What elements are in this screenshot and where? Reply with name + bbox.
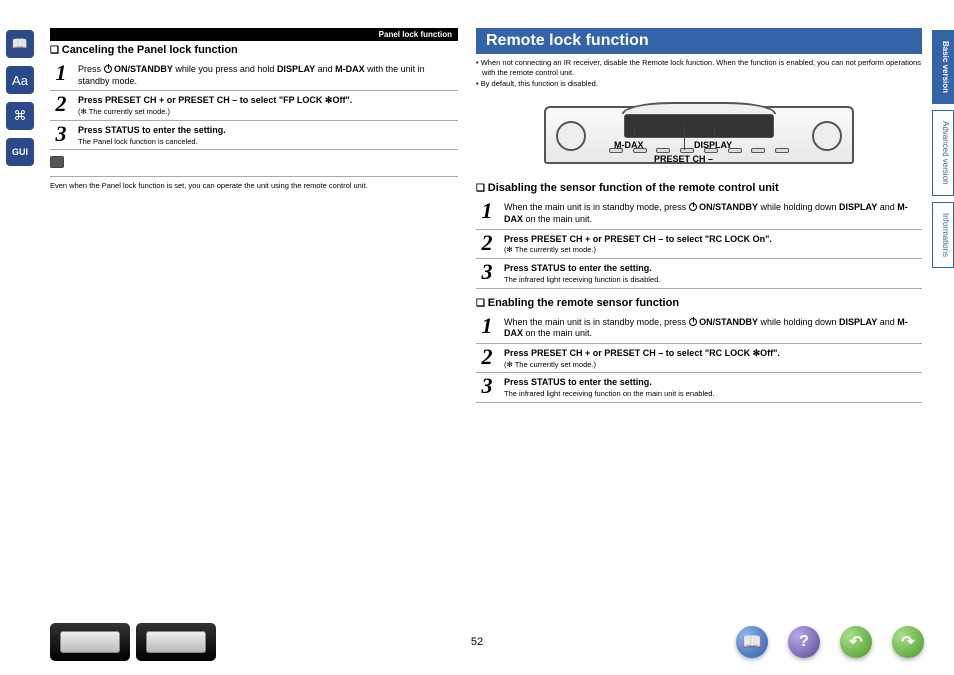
pencil-icon bbox=[50, 156, 64, 168]
footer: 52 📖 ? ↶ ↷ bbox=[0, 617, 954, 667]
enable-title: ❏ Enabling the remote sensor function bbox=[476, 297, 922, 309]
page-number: 52 bbox=[471, 636, 483, 648]
step-num: 3 bbox=[50, 123, 72, 146]
help-icon[interactable]: ? bbox=[788, 626, 820, 658]
device-diagram: ON/STANDBY PRESET CH + STATUS M-DAX DISP… bbox=[534, 106, 864, 164]
left-icon-rail: 📖 Aa ⌘ GUI bbox=[0, 0, 40, 675]
aa-icon[interactable]: Aa bbox=[6, 66, 34, 94]
step-row: 1 Press ON/STANDBY while you press and h… bbox=[50, 60, 458, 91]
step-num: 1 bbox=[50, 62, 72, 87]
forward-icon[interactable]: ↷ bbox=[892, 626, 924, 658]
bullet-text: • When not connecting an IR receiver, di… bbox=[476, 58, 922, 78]
back-icon[interactable]: ↶ bbox=[840, 626, 872, 658]
step-body: Press ON/STANDBY while you press and hol… bbox=[78, 62, 458, 87]
link-icon[interactable]: ⌘ bbox=[6, 102, 34, 130]
right-column: Remote lock function • When not connecti… bbox=[476, 28, 922, 675]
bullet-text: • By default, this function is disabled. bbox=[476, 79, 922, 89]
step-num: 2 bbox=[50, 93, 72, 116]
thumb-front[interactable] bbox=[50, 623, 130, 661]
right-tab-rail: Basic version Advanced version Informati… bbox=[932, 0, 954, 675]
tab-advanced[interactable]: Advanced version bbox=[932, 110, 954, 196]
step-body: Press STATUS to enter the setting. The P… bbox=[78, 123, 458, 146]
cancel-title: ❏ Canceling the Panel lock function bbox=[50, 44, 458, 56]
step-row: 3 Press STATUS to enter the setting. The… bbox=[50, 121, 458, 150]
panel-lock-bar: Panel lock function bbox=[50, 28, 458, 41]
left-column: Panel lock function ❏ Canceling the Pane… bbox=[50, 28, 458, 675]
step-body: Press PRESET CH + or PRESET CH – to sele… bbox=[78, 93, 458, 116]
note-text: Even when the Panel lock function is set… bbox=[50, 181, 458, 191]
step-row: 2 Press PRESET CH + or PRESET CH – to se… bbox=[50, 91, 458, 120]
cancel-title-text: Canceling the Panel lock function bbox=[62, 44, 238, 56]
disable-title: ❏ Disabling the sensor function of the r… bbox=[476, 182, 922, 194]
book-icon[interactable]: 📖 bbox=[736, 626, 768, 658]
gui-icon[interactable]: GUI bbox=[6, 138, 34, 166]
remote-lock-header: Remote lock function bbox=[476, 28, 922, 54]
tab-info[interactable]: Informations bbox=[932, 202, 954, 268]
book-icon[interactable]: 📖 bbox=[6, 30, 34, 58]
thumb-rear[interactable] bbox=[136, 623, 216, 661]
tab-basic[interactable]: Basic version bbox=[932, 30, 954, 104]
